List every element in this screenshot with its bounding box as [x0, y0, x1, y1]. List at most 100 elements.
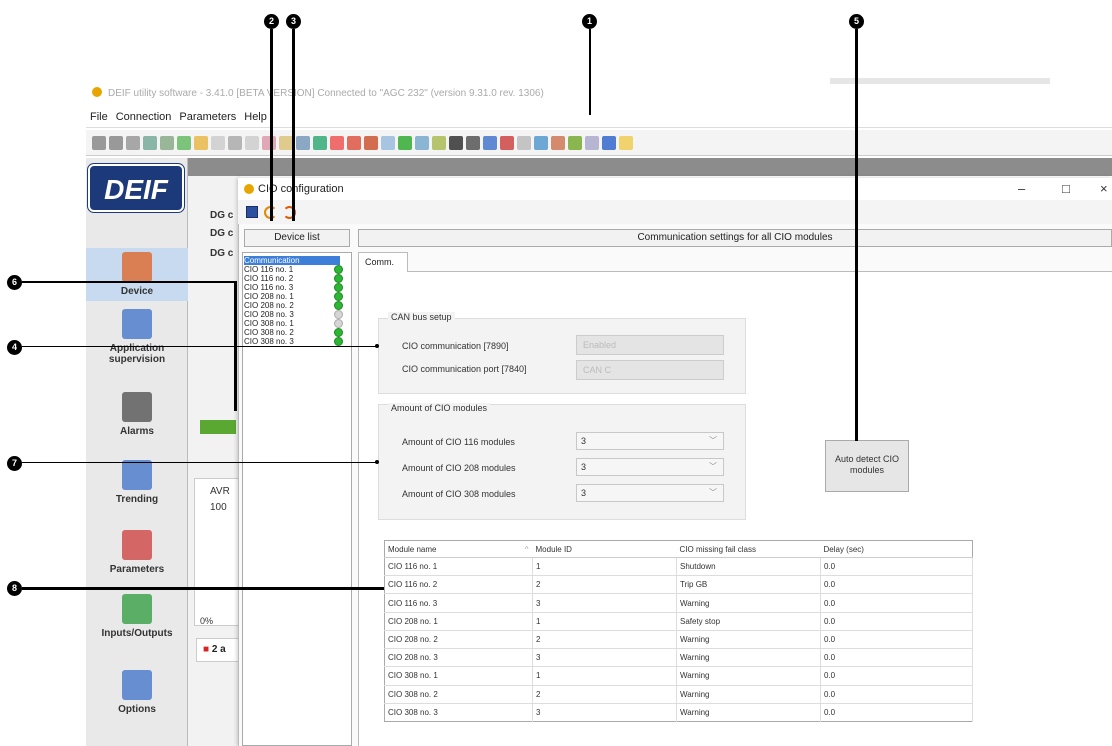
toolbar-tool-icon[interactable] — [602, 135, 616, 150]
cell-delay[interactable]: 0.0 — [820, 702, 973, 722]
toolbar-tool-icon[interactable] — [483, 135, 497, 150]
toolbar-tool-icon[interactable] — [619, 135, 633, 150]
cell-delay[interactable]: 0.0 — [820, 666, 973, 686]
minimize-button[interactable]: – — [1018, 181, 1025, 196]
cell-module-name[interactable]: CIO 308 no. 2 — [384, 684, 533, 704]
toolbar-tool-icon[interactable] — [296, 135, 310, 150]
cell-module-name[interactable]: CIO 308 no. 3 — [384, 702, 533, 722]
close-button[interactable]: × — [1100, 181, 1108, 196]
cell-delay[interactable]: 0.0 — [820, 575, 973, 594]
toolbar-tool-icon[interactable] — [262, 135, 276, 150]
device-list-item[interactable]: CIO 308 no. 1 — [244, 319, 340, 328]
toolbar-tool-icon[interactable] — [347, 135, 361, 150]
menu-file[interactable]: File — [86, 108, 112, 126]
menu-parameters[interactable]: Parameters — [175, 108, 240, 126]
device-list-item[interactable]: CIO 116 no. 2 — [244, 274, 340, 283]
table-row[interactable]: CIO 308 no. 1 1 Warning 0.0 — [384, 666, 973, 686]
menu-connection[interactable]: Connection — [112, 108, 176, 126]
toolbar-tool-icon[interactable] — [449, 135, 463, 150]
cell-module-name[interactable]: CIO 208 no. 2 — [384, 629, 533, 649]
cell-module-id[interactable]: 3 — [532, 648, 677, 667]
toolbar-tool-icon[interactable] — [313, 135, 327, 150]
cell-module-id[interactable]: 3 — [532, 702, 677, 722]
device-list-header[interactable]: Device list — [244, 229, 350, 247]
cell-module-id[interactable]: 1 — [532, 666, 677, 686]
toolbar-tool-icon[interactable] — [126, 135, 140, 150]
toolbar-tool-icon[interactable] — [177, 135, 191, 150]
table-row[interactable]: CIO 116 no. 3 3 Warning 0.0 — [384, 593, 973, 613]
device-list-item[interactable]: CIO 208 no. 2 — [244, 301, 340, 310]
col-fail-class[interactable]: CIO missing fail class — [676, 540, 821, 558]
toolbar-tool-icon[interactable] — [466, 135, 480, 150]
auto-detect-button[interactable]: Auto detect CIO modules — [825, 440, 909, 492]
cell-delay[interactable]: 0.0 — [820, 648, 973, 667]
cell-fail-class[interactable]: Warning — [676, 648, 821, 667]
cell-module-id[interactable]: 1 — [532, 611, 677, 631]
nav-item-inputs-outputs[interactable]: Inputs/Outputs — [86, 590, 188, 643]
toolbar-tool-icon[interactable] — [279, 135, 293, 150]
cio-communication-port-field[interactable]: CAN C — [576, 360, 724, 380]
table-row[interactable]: CIO 208 no. 3 3 Warning 0.0 — [384, 648, 973, 667]
cell-delay[interactable]: 0.0 — [820, 611, 973, 631]
cio-communication-field[interactable]: Enabled — [576, 335, 724, 355]
toolbar-tool-icon[interactable] — [585, 135, 599, 150]
toolbar-tool-icon[interactable] — [500, 135, 514, 150]
toolbar-tool-icon[interactable] — [143, 135, 157, 150]
cell-fail-class[interactable]: Safety stop — [676, 611, 821, 631]
toolbar-tool-icon[interactable] — [415, 135, 429, 150]
toolbar-tool-icon[interactable] — [160, 135, 174, 150]
amount-cio208-select[interactable]: 3 ﹀ — [576, 458, 724, 476]
menu-help[interactable]: Help — [240, 108, 271, 126]
toolbar-tool-icon[interactable] — [228, 135, 242, 150]
toolbar-tool-icon[interactable] — [194, 135, 208, 150]
toolbar-tool-icon[interactable] — [432, 135, 446, 150]
cell-delay[interactable]: 0.0 — [820, 629, 973, 649]
cell-delay[interactable]: 0.0 — [820, 684, 973, 704]
cell-module-name[interactable]: CIO 208 no. 1 — [384, 611, 533, 631]
amount-cio116-select[interactable]: 3 ﹀ — [576, 432, 724, 450]
save-icon[interactable] — [246, 206, 258, 218]
nav-item-application-supervision[interactable]: Application supervision — [86, 305, 188, 369]
maximize-button[interactable]: □ — [1062, 181, 1070, 196]
toolbar-tool-icon[interactable] — [109, 135, 123, 150]
cell-module-id[interactable]: 1 — [532, 556, 677, 576]
cell-delay[interactable]: 0.0 — [820, 593, 973, 613]
table-row[interactable]: CIO 308 no. 2 2 Warning 0.0 — [384, 684, 973, 704]
cell-module-id[interactable]: 2 — [532, 629, 677, 649]
table-row[interactable]: CIO 208 no. 2 2 Warning 0.0 — [384, 629, 973, 649]
cell-module-name[interactable]: CIO 116 no. 2 — [384, 575, 533, 594]
toolbar-tool-icon[interactable] — [551, 135, 565, 150]
cell-fail-class[interactable]: Warning — [676, 629, 821, 649]
toolbar-tool-icon[interactable] — [92, 135, 106, 150]
cell-module-name[interactable]: CIO 308 no. 1 — [384, 666, 533, 686]
nav-item-alarms[interactable]: Alarms — [86, 388, 188, 441]
device-list-item[interactable]: CIO 116 no. 3 — [244, 283, 340, 292]
col-module-name[interactable]: Module name ^ — [384, 540, 533, 558]
device-list-item[interactable]: CIO 116 no. 1 — [244, 265, 340, 274]
table-row[interactable]: CIO 308 no. 3 3 Warning 0.0 — [384, 702, 973, 722]
cell-module-id[interactable]: 2 — [532, 575, 677, 594]
tab-comm[interactable]: Comm. — [358, 252, 408, 272]
cell-fail-class[interactable]: Trip GB — [676, 575, 821, 594]
cell-module-id[interactable]: 2 — [532, 684, 677, 704]
cell-module-name[interactable]: CIO 116 no. 1 — [384, 556, 533, 576]
toolbar-tool-icon[interactable] — [568, 135, 582, 150]
cell-fail-class[interactable]: Warning — [676, 684, 821, 704]
nav-item-parameters[interactable]: Parameters — [86, 526, 188, 579]
cell-fail-class[interactable]: Warning — [676, 666, 821, 686]
toolbar-tool-icon[interactable] — [211, 135, 225, 150]
toolbar-tool-icon[interactable] — [330, 135, 344, 150]
device-list-item[interactable]: CIO 208 no. 3 — [244, 310, 340, 319]
device-list-item[interactable]: CIO 308 no. 3 — [244, 337, 340, 346]
cell-module-name[interactable]: CIO 208 no. 3 — [384, 648, 533, 667]
device-list-item[interactable]: CIO 308 no. 2 — [244, 328, 340, 337]
col-module-id[interactable]: Module ID — [532, 540, 677, 558]
col-delay[interactable]: Delay (sec) — [820, 540, 973, 558]
cell-module-name[interactable]: CIO 116 no. 3 — [384, 593, 533, 613]
toolbar-tool-icon[interactable] — [517, 135, 531, 150]
nav-item-trending[interactable]: Trending — [86, 456, 188, 509]
cell-fail-class[interactable]: Warning — [676, 593, 821, 613]
table-row[interactable]: CIO 116 no. 1 1 Shutdown 0.0 — [384, 556, 973, 576]
toolbar-tool-icon[interactable] — [364, 135, 378, 150]
cell-fail-class[interactable]: Shutdown — [676, 556, 821, 576]
